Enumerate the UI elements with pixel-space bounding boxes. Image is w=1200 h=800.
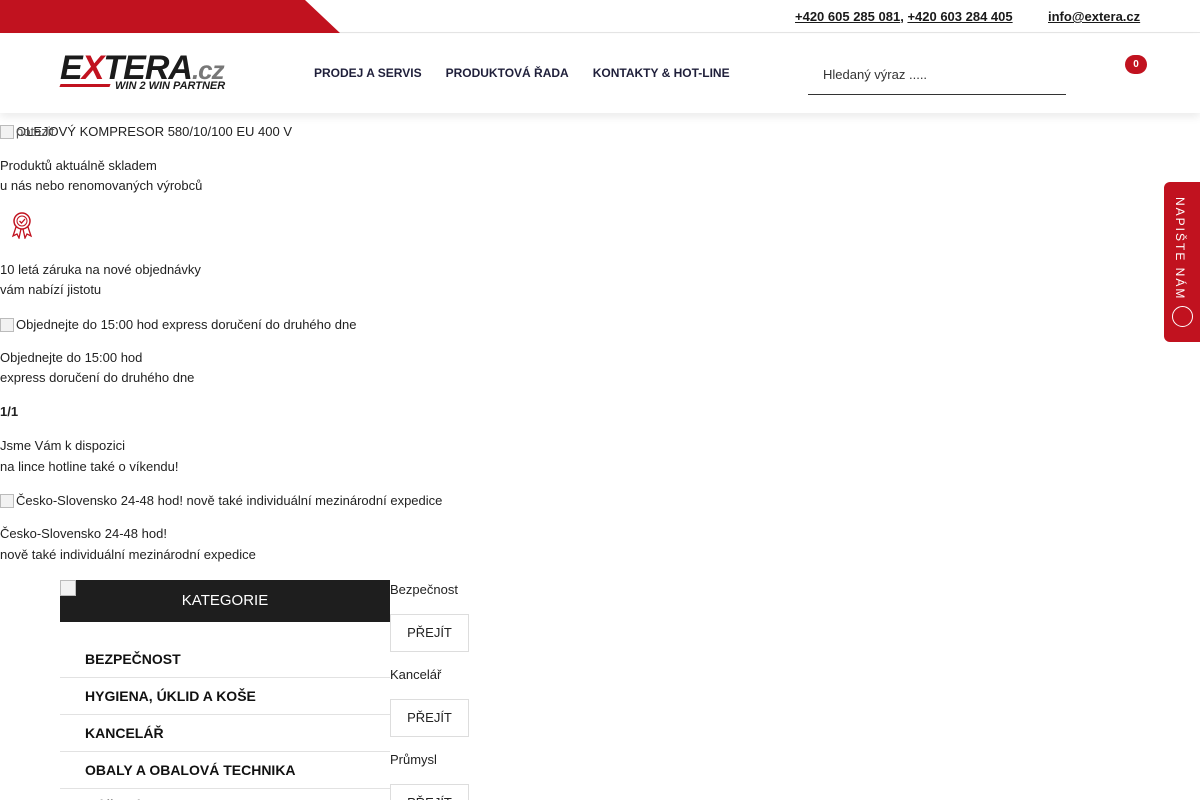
slide-counter: 1/1 [0,404,19,419]
feature-5-line1: Česko-Slovensko 24-48 hod! [0,526,167,541]
tile-label-prumysl: Průmysl [390,752,437,767]
tile-label-kancelar: Kancelář [390,667,442,682]
feature-5-image: Česko-Slovensko 24-48 hod! nově také ind… [0,491,442,514]
feature-5-line2: nově také individuální mezinárodní exped… [0,547,256,562]
feature-3-line1: Objednejte do 15:00 hod [0,350,143,365]
feature-4-line2: na lince hotline také o víkendu! [0,459,179,474]
categories-list: BEZPEČNOST HYGIENA, ÚKLID A KOŠE KANCELÁ… [60,641,390,800]
phone-separator: , [900,9,904,24]
feature-2-line1: 10 letá záruka na nové objednávky [0,262,201,277]
main-header: EXTERA.cz WIN 2 WIN PARTNER PRODEJ A SER… [0,34,1200,113]
logo-tagline: WIN 2 WIN PARTNER [115,80,226,92]
contact-phones: +420 605 285 081, +420 603 284 405 [795,9,1013,24]
feature-1-line2: u nás nebo renomovaných výrobců [0,178,203,193]
tile-button-bezpecnost[interactable]: PŘEJÍT [390,614,469,652]
broken-image-icon [0,318,14,332]
top-bar-red-accent [0,0,340,33]
chat-circle-icon [1172,306,1193,327]
nav-item-produktova-rada[interactable]: PRODUKTOVÁ ŘADA [446,66,569,80]
tile-label-bezpecnost: Bezpečnost [390,582,458,597]
main-nav: PRODEJ A SERVIS PRODUKTOVÁ ŘADA KONTAKTY… [314,66,730,80]
category-item-bezpecnost[interactable]: BEZPEČNOST [60,641,390,678]
logo-red-bar [59,84,111,87]
feature-1-image-overlay: potazit [16,124,55,139]
top-bar: +420 605 285 081, +420 603 284 405 info@… [0,0,1200,33]
search-input[interactable] [808,54,1066,95]
extera-logo[interactable]: EXTERA.cz WIN 2 WIN PARTNER [59,51,240,94]
category-item-naradi[interactable]: NÁŘADÍ [60,789,390,800]
categories-title: KATEGORIE [181,592,269,609]
category-item-obaly[interactable]: OBALY A OBALOVÁ TECHNIKA [60,752,390,789]
feature-3-line2: express doručení do druhého dne [0,370,195,385]
tile-button-prumysl[interactable]: PŘEJÍT [390,784,469,800]
categories-header: KATEGORIE [60,580,390,622]
feature-2-line2: vám nabízí jistotu [0,282,102,297]
nav-item-kontakty[interactable]: KONTAKTY & HOT-LINE [593,66,730,80]
award-icon [11,212,33,239]
broken-image-icon [0,125,14,139]
category-item-kancelar[interactable]: KANCELÁŘ [60,715,390,752]
nav-item-prodej-a-servis[interactable]: PRODEJ A SERVIS [314,66,422,80]
category-item-hygiena[interactable]: HYGIENA, ÚKLID A KOŠE [60,678,390,715]
broken-image-icon [60,580,76,596]
phone-link-2[interactable]: +420 603 284 405 [907,9,1012,24]
email-link[interactable]: info@extera.cz [1048,9,1140,24]
broken-image-icon [0,494,14,508]
tile-button-kancelar[interactable]: PŘEJÍT [390,699,469,737]
feature-3-image: Objednejte do 15:00 hod express doručení… [0,315,356,338]
write-us-label: NAPIŠTE NÁM [1173,197,1187,301]
feature-1-line1: Produktů aktuálně skladem [0,158,157,173]
cart-count-badge[interactable]: 0 [1125,55,1147,74]
phone-link-1[interactable]: +420 605 285 081 [795,9,900,24]
feature-4-line1: Jsme Vám k dispozici [0,438,125,453]
write-us-tab[interactable]: NAPIŠTE NÁM [1164,182,1200,342]
